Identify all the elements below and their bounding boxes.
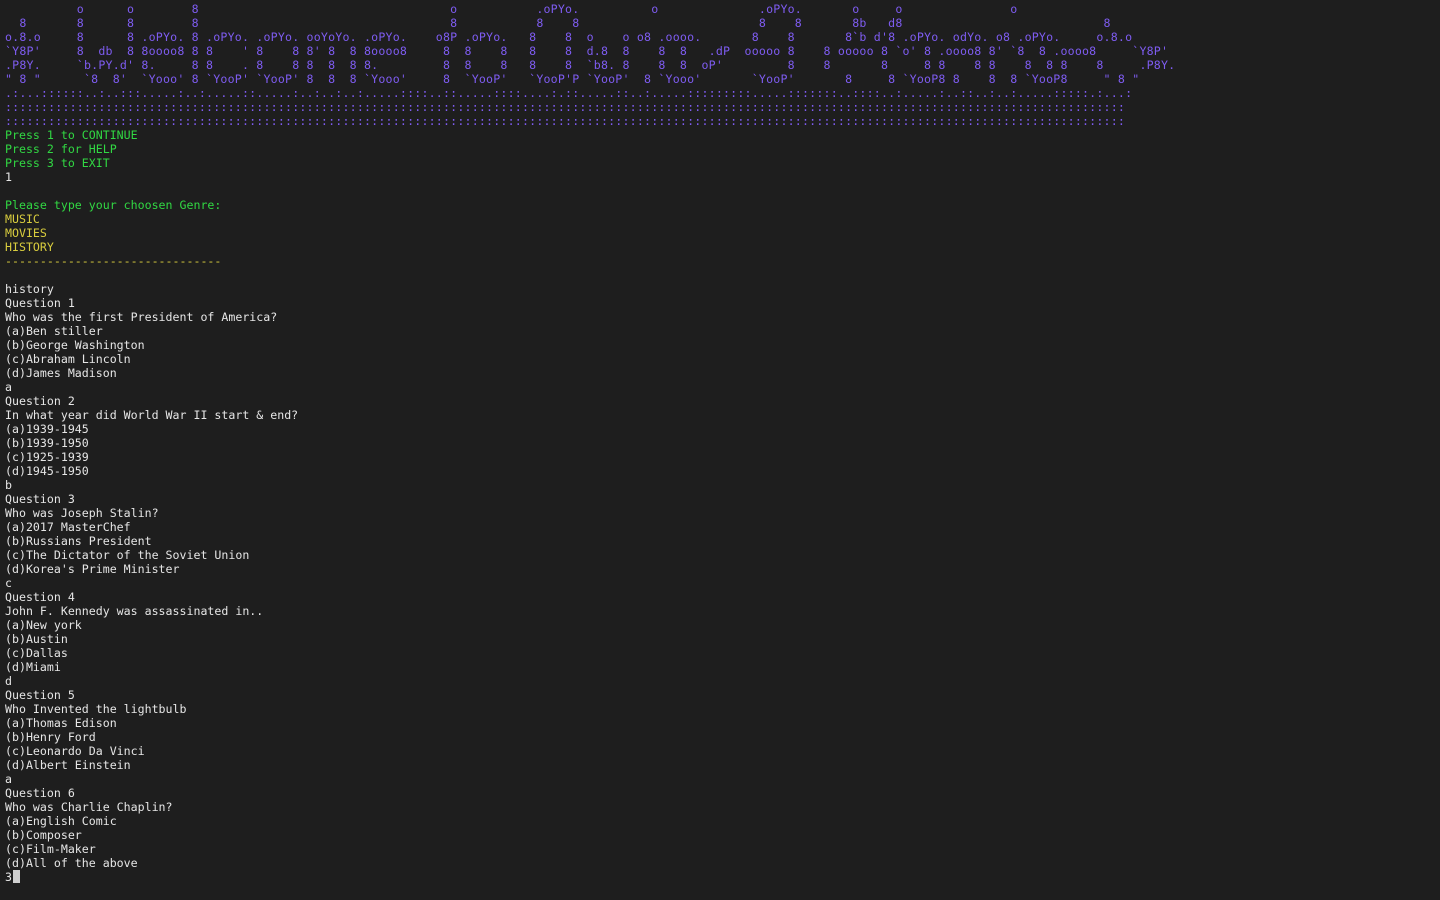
input-prompt-line[interactable]: 3 <box>5 870 1440 884</box>
user-answer: d <box>5 674 12 688</box>
user-answer: b <box>5 478 12 492</box>
banner-line: ::::::::::::::::::::::::::::::::::::::::… <box>5 100 1126 114</box>
menu-exit-option: Press 3 to EXIT <box>5 156 110 170</box>
answer-option: (c)Abraham Lincoln <box>5 352 131 366</box>
question-text: Who was the first President of America? <box>5 310 278 324</box>
answer-option: (d)Miami <box>5 660 61 674</box>
banner-line: o.8.o 8 8 .oPYo. 8 .oPYo. .oPYo. ooYoYo.… <box>5 30 1133 44</box>
main-menu: Press 1 to CONTINUE Press 2 for HELP Pre… <box>5 128 1440 184</box>
answer-option: (b)Henry Ford <box>5 730 96 744</box>
ascii-banner: o o 8 o .oPYo. o .oPYo. o o o 8 8 8 8 8 <box>5 2 1440 128</box>
answer-option: (c)Film-Maker <box>5 842 96 856</box>
genre-option-music: MUSIC <box>5 212 40 226</box>
banner-line: ::::::::::::::::::::::::::::::::::::::::… <box>5 114 1126 128</box>
answer-option: (d)Albert Einstein <box>5 758 131 772</box>
banner-line: `Y8P' 8 db 8 8oooo8 8 8 ' 8 8 8' 8 8 8oo… <box>5 44 1169 58</box>
question-block-5: Question 5 Who Invented the lightbulb (a… <box>5 688 1440 786</box>
terminal-cursor <box>12 870 20 883</box>
answer-option: (b)1939-1950 <box>5 436 89 450</box>
answer-option: (d)Korea's Prime Minister <box>5 562 180 576</box>
answer-option: (a)Ben stiller <box>5 324 103 338</box>
answer-option: (b)Russians President <box>5 534 152 548</box>
question-block-4: Question 4 John F. Kennedy was assassina… <box>5 590 1440 688</box>
question-block-1: Question 1 Who was the first President o… <box>5 296 1440 394</box>
genre-divider: ------------------------------- <box>5 254 222 268</box>
answer-option: (d)James Madison <box>5 366 117 380</box>
question-text: John F. Kennedy was assassinated in.. <box>5 604 264 618</box>
answer-option: (a)Thomas Edison <box>5 716 117 730</box>
banner-line: 8 8 8 8 8 8 8 8 8 8b d8 8 <box>5 16 1111 30</box>
question-header: Question 5 <box>5 688 75 702</box>
question-text: In what year did World War II start & en… <box>5 408 299 422</box>
question-block-6: Question 6 Who was Charlie Chaplin? (a)E… <box>5 786 1440 884</box>
user-answer: a <box>5 380 12 394</box>
banner-line: o o 8 o .oPYo. o .oPYo. o o o <box>5 2 1018 16</box>
answer-option: (c)Dallas <box>5 646 68 660</box>
question-block-3: Question 3 Who was Joseph Stalin? (a)201… <box>5 492 1440 590</box>
banner-line: " 8 " `8 8' `Yooo' 8 `YooP' `YooP' 8 8 8… <box>5 72 1140 86</box>
terminal-window[interactable]: o o 8 o .oPYo. o .oPYo. o o o 8 8 8 8 8 <box>0 0 1440 900</box>
answer-option: (b)Austin <box>5 632 68 646</box>
answer-option: (d)1945-1950 <box>5 464 89 478</box>
genre-prompt: Please type your choosen Genre: <box>5 198 222 212</box>
answer-option: (a)English Comic <box>5 814 117 828</box>
answer-option: (a)2017 MasterChef <box>5 520 131 534</box>
answer-option: (c)1925-1939 <box>5 450 89 464</box>
answer-option: (b)Composer <box>5 828 82 842</box>
answer-option: (d)All of the above <box>5 856 138 870</box>
banner-line: .:...::::::..:..:::.....:..:.....::.....… <box>5 86 1133 100</box>
genre-user-input: history <box>5 282 54 296</box>
question-text: Who was Charlie Chaplin? <box>5 800 173 814</box>
question-header: Question 6 <box>5 786 75 800</box>
banner-line: .P8Y. `b.PY.d' 8. 8 8 . 8 8 8 8 8 8. 8 8… <box>5 58 1176 72</box>
user-answer: a <box>5 772 12 786</box>
question-text: Who was Joseph Stalin? <box>5 506 159 520</box>
genre-option-movies: MOVIES <box>5 226 47 240</box>
genre-selection: Please type your choosen Genre: MUSIC MO… <box>5 198 1440 268</box>
genre-option-history: HISTORY <box>5 240 54 254</box>
menu-continue-option: Press 1 to CONTINUE <box>5 128 138 142</box>
question-header: Question 2 <box>5 394 75 408</box>
answer-option: (a)New york <box>5 618 82 632</box>
current-input[interactable]: 3 <box>5 870 12 884</box>
answer-option: (a)1939-1945 <box>5 422 89 436</box>
answer-option: (b)George Washington <box>5 338 145 352</box>
question-header: Question 4 <box>5 590 75 604</box>
question-header: Question 3 <box>5 492 75 506</box>
answer-option: (c)The Dictator of the Soviet Union <box>5 548 250 562</box>
answer-option: (c)Leonardo Da Vinci <box>5 744 145 758</box>
question-block-2: Question 2 In what year did World War II… <box>5 394 1440 492</box>
question-text: Who Invented the lightbulb <box>5 702 187 716</box>
question-header: Question 1 <box>5 296 75 310</box>
user-answer: c <box>5 576 12 590</box>
menu-help-option: Press 2 for HELP <box>5 142 117 156</box>
menu-user-input: 1 <box>5 170 12 184</box>
